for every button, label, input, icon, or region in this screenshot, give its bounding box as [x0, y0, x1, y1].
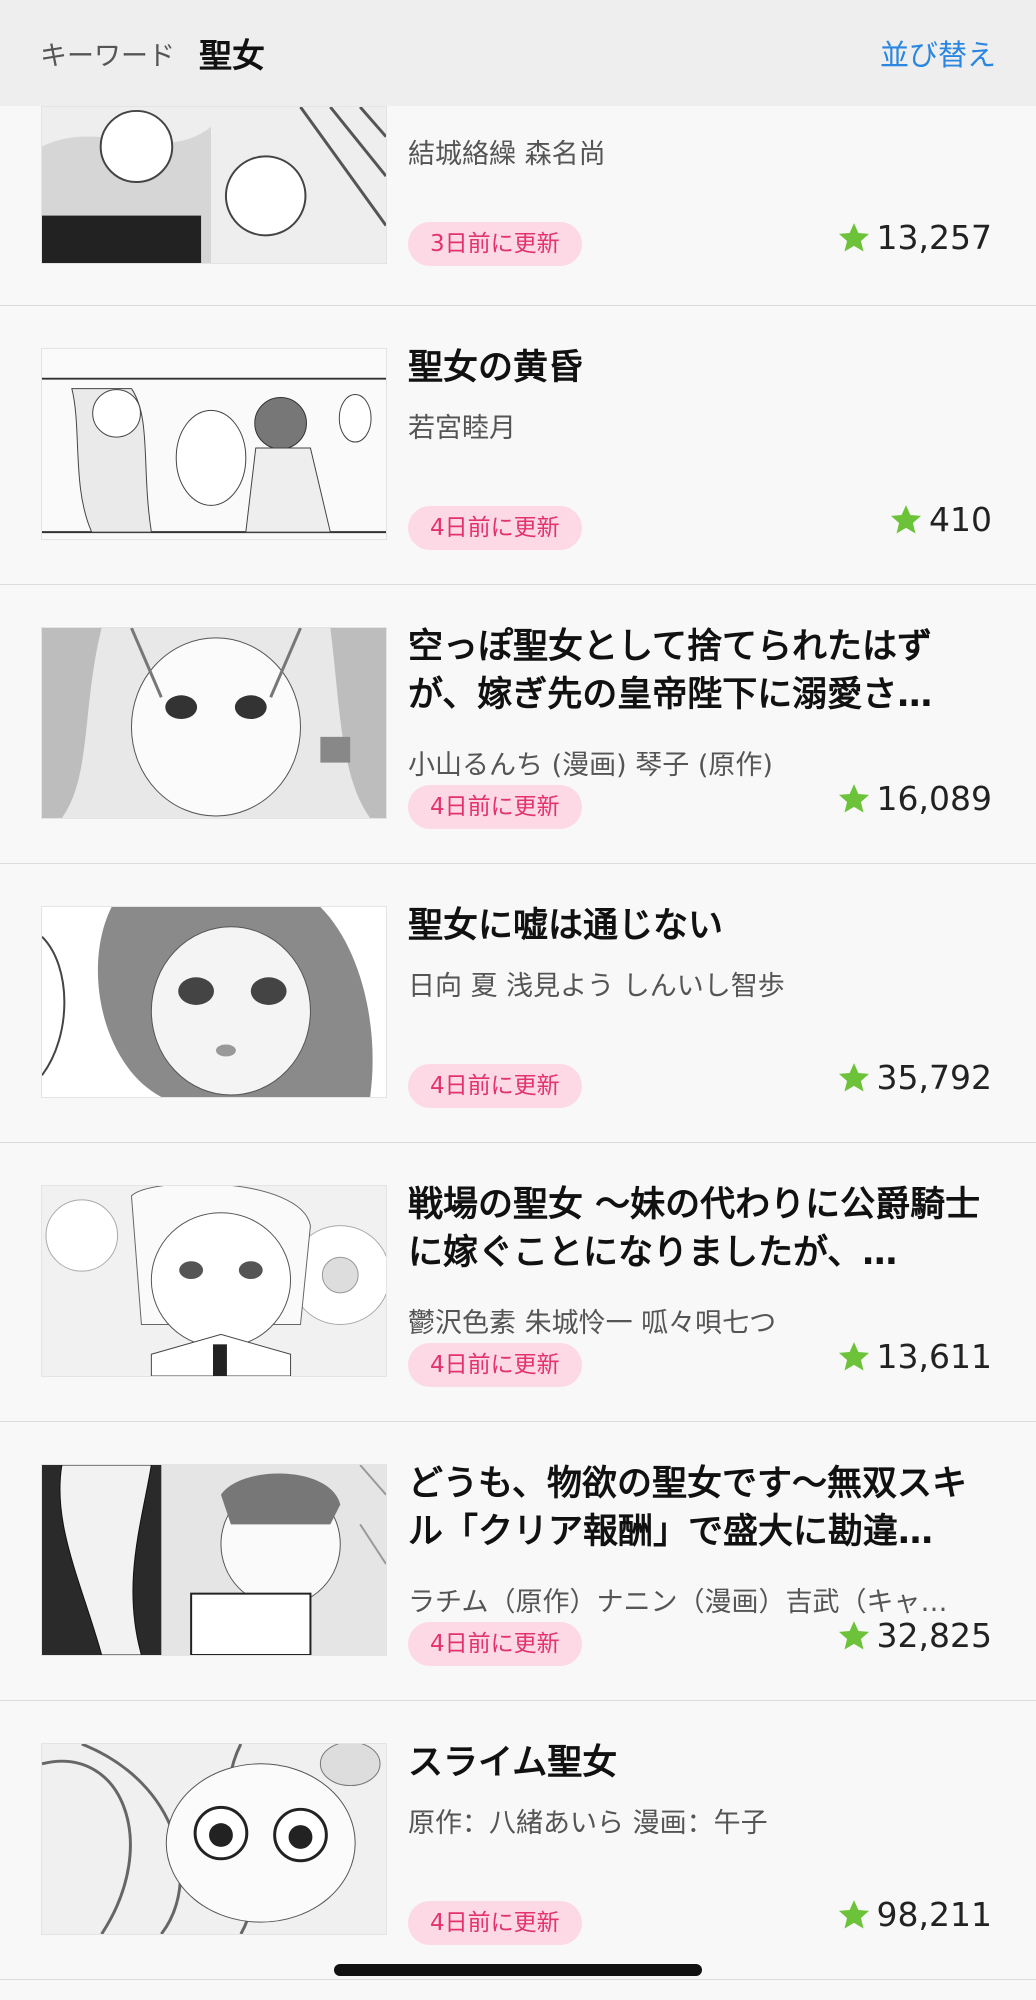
star-icon: [838, 1062, 869, 1091]
rating: 13,257: [837, 218, 992, 257]
update-badge: 4日前に更新: [408, 1064, 582, 1108]
cover-thumbnail: [41, 906, 387, 1098]
rating: 32,825: [837, 1616, 992, 1655]
sort-button[interactable]: 並び替え: [880, 32, 996, 74]
rating-value: 35,792: [876, 1058, 992, 1097]
manga-title: 空っぽ聖女として捨てられたはずが、嫁ぎ先の皇帝陛下に溺愛さ…: [408, 627, 933, 715]
rating: 98,211: [837, 1895, 992, 1934]
cover-thumbnail: [41, 106, 387, 264]
star-icon: [838, 1620, 869, 1649]
rating: 35,792: [837, 1058, 992, 1097]
keyword-value[interactable]: 聖女: [199, 29, 265, 77]
star-icon: [838, 222, 869, 251]
keyword-label: キーワード: [40, 40, 175, 72]
manga-title: 聖女の黄昏: [408, 348, 584, 388]
list-item[interactable]: スライム聖女 原作：八緒あいら 漫画：午子 4日前に更新 98,211: [0, 1701, 1036, 1980]
star-icon: [890, 504, 922, 533]
manga-title: どうも、物欲の聖女です〜無双スキル「クリア報酬」で盛大に勘違…: [408, 1464, 967, 1552]
author-text: 若宮睦月: [408, 413, 516, 444]
rating-value: 13,611: [876, 1337, 992, 1376]
author-text: 原作：八緒あいら 漫画：午子: [408, 1808, 768, 1839]
star-icon: [838, 1341, 869, 1370]
manga-list: 結城絡繰 森名尚 3日前に更新 13,257 聖女の黄昏 若宮睦月 4日前に更新: [0, 106, 1036, 1980]
list-item[interactable]: どうも、物欲の聖女です〜無双スキル「クリア報酬」で盛大に勘違… ラチム（原作）ナ…: [0, 1422, 1036, 1701]
rating-value: 32,825: [876, 1616, 992, 1655]
update-badge: 4日前に更新: [408, 785, 582, 829]
update-badge: 4日前に更新: [408, 1343, 582, 1387]
home-indicator[interactable]: [334, 1964, 702, 1976]
list-item[interactable]: 聖女に嘘は通じない 日向 夏 浅見よう しんいし智歩 4日前に更新 35,792: [0, 864, 1036, 1143]
update-badge: 3日前に更新: [408, 222, 582, 266]
author-text: 結城絡繰 森名尚: [408, 139, 606, 170]
search-header: キーワード 聖女 並び替え: [0, 0, 1036, 106]
author-text: 鬱沢色素 朱城怜一 呱々唄七つ: [408, 1308, 777, 1339]
cover-thumbnail: [41, 1464, 387, 1656]
list-item[interactable]: 聖女の黄昏 若宮睦月 4日前に更新 410: [0, 306, 1036, 585]
list-item[interactable]: 結城絡繰 森名尚 3日前に更新 13,257: [0, 106, 1036, 306]
update-badge: 4日前に更新: [408, 1622, 582, 1666]
author-text: ラチム（原作）ナニン（漫画）吉武（キャ…: [408, 1587, 948, 1618]
rating-value: 16,089: [876, 779, 992, 818]
star-icon: [838, 1899, 869, 1928]
cover-thumbnail: [41, 1185, 387, 1377]
star-icon: [838, 783, 869, 812]
manga-title: スライム聖女: [408, 1743, 618, 1783]
manga-title: 戦場の聖女 〜妹の代わりに公爵騎士に嫁ぐことになりましたが、…: [408, 1185, 981, 1273]
cover-thumbnail: [41, 627, 387, 819]
author-text: 日向 夏 浅見よう しんいし智歩: [408, 971, 785, 1002]
cover-thumbnail: [41, 348, 387, 540]
rating-value: 98,211: [876, 1895, 992, 1934]
list-item[interactable]: 戦場の聖女 〜妹の代わりに公爵騎士に嫁ぐことになりましたが、… 鬱沢色素 朱城怜…: [0, 1143, 1036, 1422]
rating: 16,089: [837, 779, 992, 818]
rating: 13,611: [837, 1337, 992, 1376]
author-text: 小山るんち (漫画) 琴子 (原作): [408, 750, 773, 781]
list-item[interactable]: 空っぽ聖女として捨てられたはずが、嫁ぎ先の皇帝陛下に溺愛さ… 小山るんち (漫画…: [0, 585, 1036, 864]
update-badge: 4日前に更新: [408, 1901, 582, 1945]
rating: 410: [889, 500, 992, 539]
rating-value: 13,257: [876, 218, 992, 257]
cover-thumbnail: [41, 1743, 387, 1935]
update-badge: 4日前に更新: [408, 506, 582, 550]
manga-title: 聖女に嘘は通じない: [408, 906, 724, 946]
rating-value: 410: [929, 500, 992, 539]
